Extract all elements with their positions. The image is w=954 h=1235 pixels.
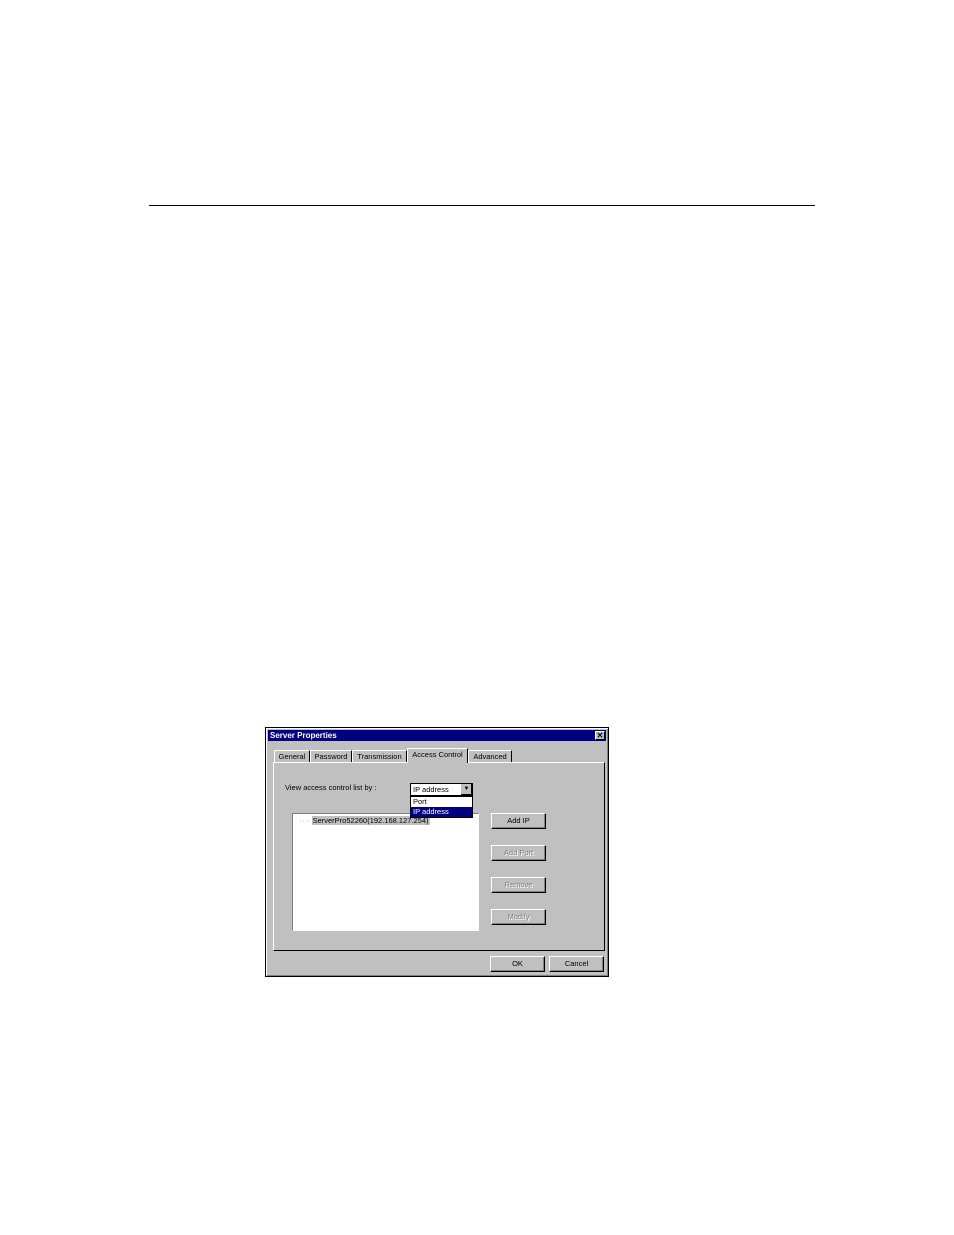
view-by-dropdown: Port IP address	[410, 796, 473, 818]
add-port-button[interactable]: Add Port	[491, 845, 546, 861]
tab-general[interactable]: General	[274, 750, 310, 762]
view-by-select[interactable]: IP address ▼	[410, 783, 473, 796]
tab-password[interactable]: Password	[310, 750, 352, 762]
cancel-button[interactable]: Cancel	[549, 956, 604, 972]
tab-access-control[interactable]: Access Control	[407, 748, 468, 763]
ok-button[interactable]: OK	[490, 956, 545, 972]
view-by-label: View access control list by :	[285, 783, 377, 792]
close-icon[interactable]: ✕	[595, 731, 605, 740]
server-properties-dialog: Server Properties ✕ General Password Tra…	[265, 727, 609, 977]
remove-button[interactable]: Remove	[491, 877, 546, 893]
dialog-title: Server Properties	[270, 731, 337, 740]
tree-connector: ···	[299, 816, 310, 825]
page-header-rule	[149, 205, 815, 206]
dropdown-option-ip-address[interactable]: IP address	[411, 807, 472, 817]
add-ip-button[interactable]: Add IP	[491, 813, 546, 829]
modify-button[interactable]: Modify	[491, 909, 546, 925]
access-control-list[interactable]: ··· ServerPro52260(192.168.127.254)	[292, 813, 479, 931]
tab-advanced[interactable]: Advanced	[468, 750, 512, 762]
dropdown-option-port[interactable]: Port	[411, 797, 472, 807]
tab-transmission[interactable]: Transmission	[352, 750, 407, 762]
view-by-selected-value: IP address	[413, 785, 449, 794]
chevron-down-icon[interactable]: ▼	[460, 784, 472, 795]
dialog-titlebar: Server Properties ✕	[268, 730, 606, 741]
